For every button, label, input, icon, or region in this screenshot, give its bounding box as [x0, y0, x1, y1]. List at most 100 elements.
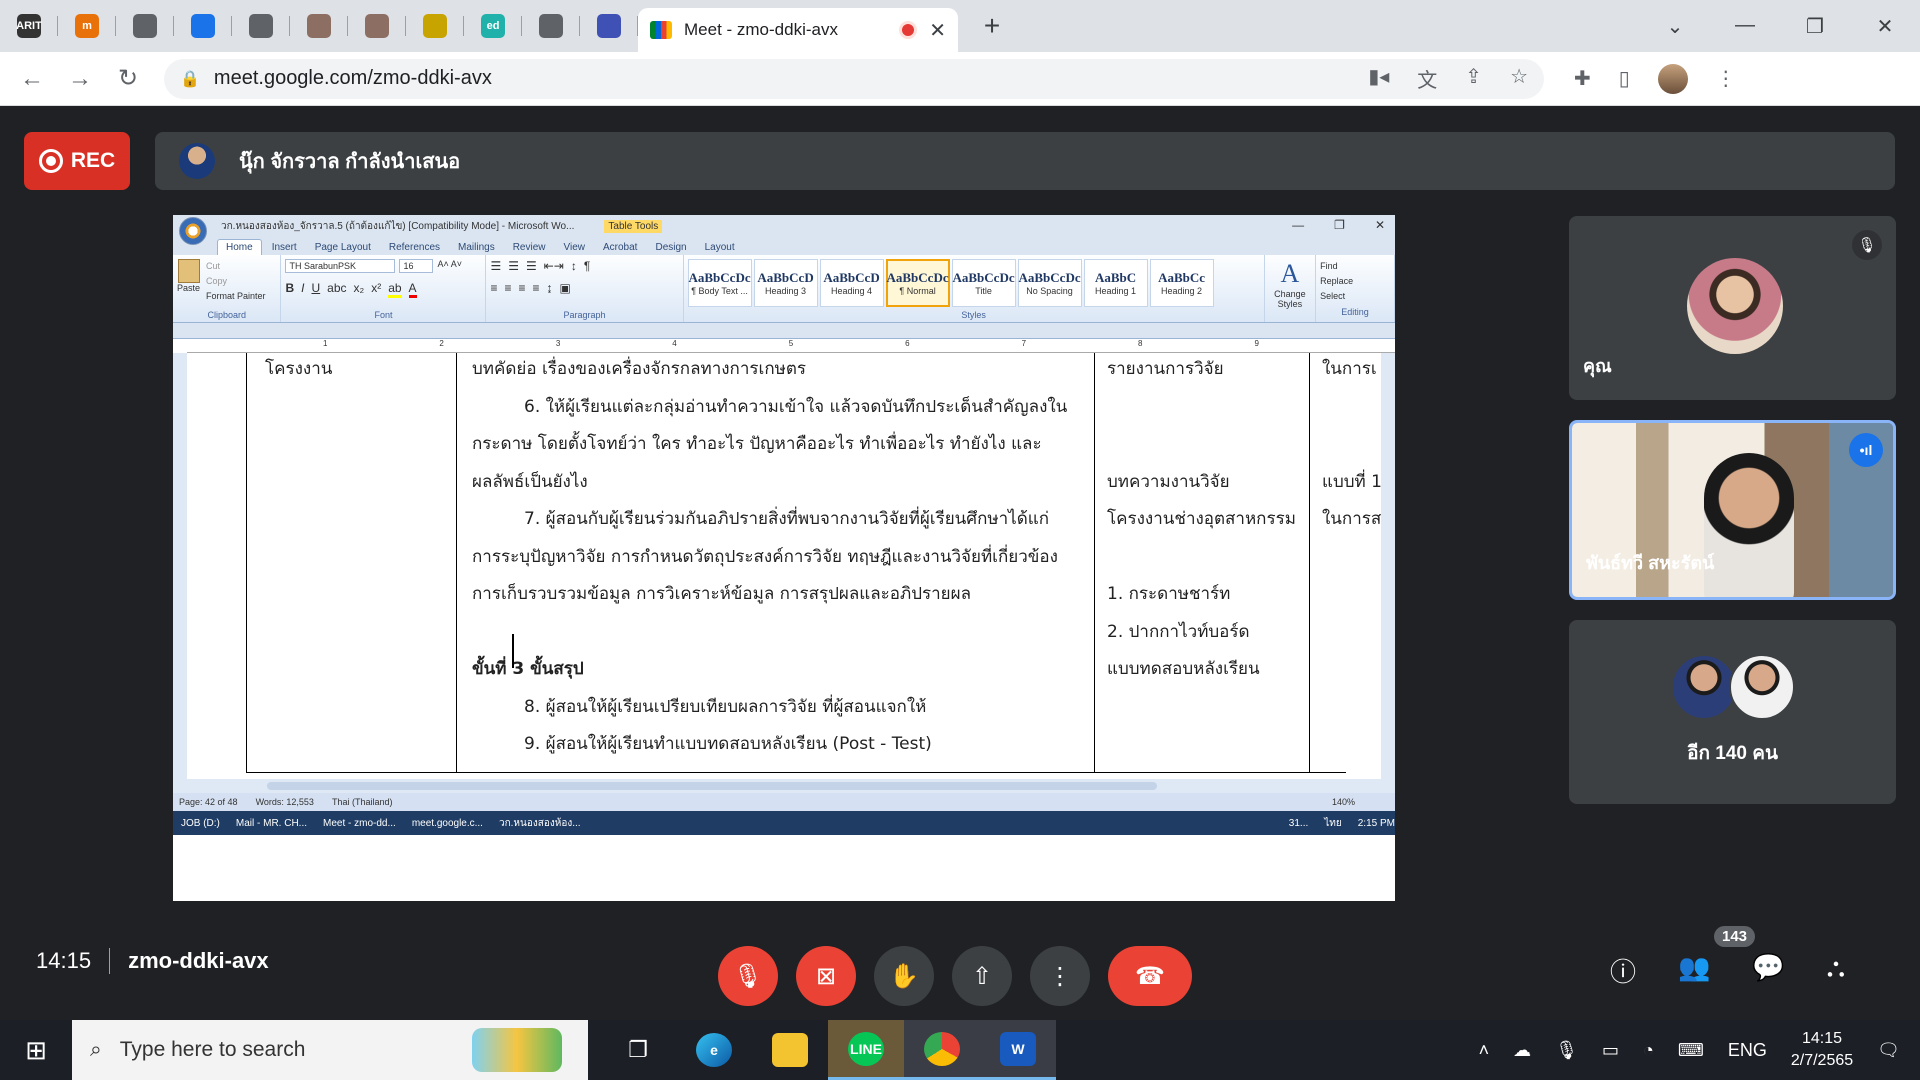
line-spacing-icon[interactable]: ↨	[547, 281, 553, 295]
self-tile[interactable]: 🎙 คุณ	[1569, 216, 1896, 400]
omnibox[interactable]: 🔒 meet.google.com/zmo-ddki-avx ▮◂ 文 ⇪ ☆	[164, 58, 1544, 99]
style-gallery-item[interactable]: AaBbC Heading 1	[1083, 259, 1148, 307]
ribbon-tab[interactable]: References	[381, 240, 448, 255]
replace-button[interactable]: Replace	[1320, 274, 1390, 289]
remote-taskbar-item[interactable]: JOB (D:)	[181, 818, 220, 829]
tray-chevron-icon[interactable]: ˄	[1479, 1040, 1490, 1061]
style-gallery-item[interactable]: AaBbCcDc Title	[951, 259, 1016, 307]
font-size-select[interactable]: 16	[399, 259, 434, 273]
superscript-icon[interactable]: x²	[371, 281, 381, 298]
translate-icon[interactable]: 文	[1417, 64, 1437, 93]
wifi-icon[interactable]: ◔	[1643, 1040, 1654, 1061]
remote-taskbar-item[interactable]: วก.หนองสองห้อง...	[499, 816, 581, 831]
pilcrow-icon[interactable]: ¶	[584, 259, 590, 273]
profile-avatar[interactable]	[1657, 63, 1688, 94]
ribbon-tab[interactable]: Design	[647, 240, 694, 255]
pinned-tab[interactable]	[580, 0, 638, 52]
camera-off-button[interactable]: ⊠	[796, 946, 856, 1006]
back-icon[interactable]: ←	[8, 65, 56, 93]
style-gallery-item[interactable]: AaBbCc Heading 2	[1149, 259, 1214, 307]
more-options-button[interactable]: ⋮	[1030, 946, 1090, 1006]
ribbon-tab[interactable]: Mailings	[450, 240, 503, 255]
pinned-tab[interactable]: ed	[464, 0, 522, 52]
activities-icon[interactable]: ⛬	[1827, 952, 1845, 989]
numbering-icon[interactable]: ☰	[508, 259, 519, 273]
pinned-tab[interactable]	[232, 0, 290, 52]
style-gallery-item[interactable]: AaBbCcDc ¶ Normal	[885, 259, 950, 307]
others-tile[interactable]: อีก 140 คน	[1569, 620, 1896, 804]
mic-tray-icon[interactable]: 🎙	[1555, 1040, 1578, 1061]
pinned-tab[interactable]	[406, 0, 464, 52]
remote-taskbar-item[interactable]: Mail - MR. CH...	[236, 818, 307, 829]
recording-badge[interactable]: REC	[24, 132, 130, 190]
format-painter-button[interactable]: Format Painter	[206, 289, 266, 304]
pinned-tab[interactable]: ARIT	[0, 0, 58, 52]
pinned-tab[interactable]	[290, 0, 348, 52]
italic-icon[interactable]: I	[301, 281, 304, 298]
select-button[interactable]: Select	[1320, 289, 1390, 304]
align-right-icon[interactable]: ≡	[518, 281, 525, 295]
ribbon-tab[interactable]: Acrobat	[595, 240, 645, 255]
paste-button[interactable]: Paste	[177, 259, 200, 304]
justify-icon[interactable]: ≡	[533, 281, 540, 295]
present-button[interactable]: ⇧	[952, 946, 1012, 1006]
word-app[interactable]: W	[980, 1020, 1056, 1080]
mic-off-button[interactable]: 🎙	[718, 946, 778, 1006]
pinned-tab[interactable]: m	[58, 0, 116, 52]
people-icon[interactable]: 👥	[1678, 952, 1710, 989]
cut-button[interactable]: Cut	[206, 259, 266, 274]
remote-taskbar-item[interactable]: meet.google.c...	[412, 818, 483, 829]
speaker-tile[interactable]: •ıl พันธ์ทวี สหะรัตน์	[1569, 420, 1896, 600]
word-minimize-icon[interactable]: —	[1292, 218, 1304, 232]
highlight-icon[interactable]: ab	[388, 281, 402, 298]
active-tab[interactable]: Meet - zmo-ddki-avx ✕	[638, 8, 958, 52]
remote-taskbar-item[interactable]: ไทย	[1324, 816, 1341, 831]
bullets-icon[interactable]: ☰	[490, 259, 501, 273]
office-button-icon[interactable]	[179, 217, 207, 245]
remote-taskbar-item[interactable]: 2:15 PM	[1358, 818, 1395, 829]
extensions-icon[interactable]: ✚	[1574, 66, 1591, 91]
side-panel-icon[interactable]: ▯	[1619, 66, 1630, 91]
pinned-tab[interactable]	[116, 0, 174, 52]
style-gallery-item[interactable]: AaBbCcDc ¶ Body Text ...	[687, 259, 752, 307]
ribbon-tab[interactable]: Review	[505, 240, 554, 255]
leave-call-button[interactable]: ☎	[1108, 946, 1192, 1006]
input-language[interactable]: ENG	[1728, 1040, 1767, 1061]
forward-icon[interactable]: →	[56, 65, 104, 93]
new-tab-button[interactable]: +	[972, 10, 1012, 42]
chat-icon[interactable]: 💬	[1752, 952, 1784, 989]
underline-icon[interactable]: U	[311, 281, 320, 298]
onedrive-icon[interactable]: ☁	[1513, 1040, 1531, 1061]
change-styles-button[interactable]: A Change Styles	[1265, 255, 1317, 322]
zoom-level[interactable]: 140%	[1332, 797, 1355, 807]
copy-button[interactable]: Copy	[206, 274, 266, 289]
strike-icon[interactable]: abc	[327, 281, 346, 298]
style-gallery-item[interactable]: AaBbCcDc No Spacing	[1017, 259, 1082, 307]
restore-button[interactable]: ❐	[1780, 14, 1850, 39]
close-window-button[interactable]: ✕	[1850, 14, 1920, 39]
bold-icon[interactable]: B	[285, 281, 294, 298]
shading-icon[interactable]: ▣	[560, 281, 571, 295]
bookmark-star-icon[interactable]: ☆	[1510, 64, 1528, 93]
find-button[interactable]: Find	[1320, 259, 1390, 274]
info-icon[interactable]: ⓘ	[1610, 952, 1636, 989]
ribbon-tab[interactable]: Page Layout	[307, 240, 379, 255]
style-gallery-item[interactable]: AaBbCcD Heading 4	[819, 259, 884, 307]
task-view-button[interactable]: ❐	[600, 1020, 676, 1080]
tab-search-icon[interactable]: ⌄	[1640, 14, 1710, 39]
word-restore-icon[interactable]: ❐	[1334, 218, 1345, 232]
horizontal-scrollbar[interactable]	[173, 779, 1395, 793]
keyboard-icon[interactable]: ⌨	[1678, 1040, 1704, 1061]
start-button[interactable]: ⊞	[0, 1035, 72, 1066]
align-center-icon[interactable]: ≡	[504, 281, 511, 295]
ribbon-tab[interactable]: View	[556, 240, 594, 255]
edge-app[interactable]: e	[676, 1020, 752, 1080]
menu-kebab-icon[interactable]: ⋮	[1716, 66, 1736, 91]
raise-hand-button[interactable]: ✋	[874, 946, 934, 1006]
taskbar-search[interactable]: ⌕ Type here to search	[72, 1020, 588, 1080]
share-icon[interactable]: ⇪	[1465, 64, 1482, 93]
minimize-button[interactable]: —	[1710, 14, 1780, 39]
line-app[interactable]: LINE	[828, 1020, 904, 1080]
tray-clock[interactable]: 14:15 2/7/2565	[1791, 1028, 1853, 1072]
pinned-tab[interactable]	[174, 0, 232, 52]
